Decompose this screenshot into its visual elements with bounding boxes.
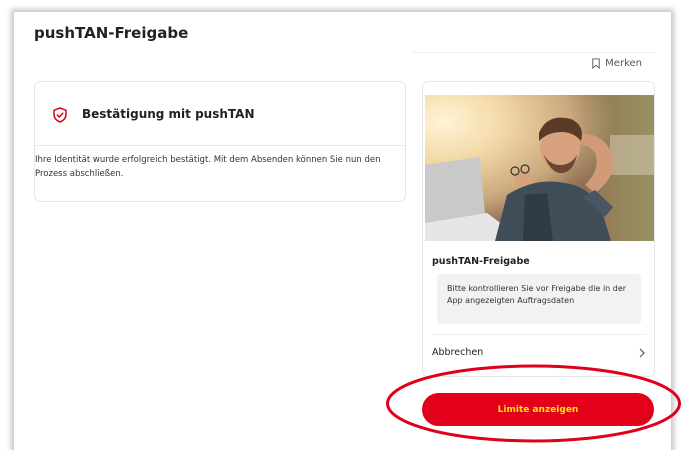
shield-check-icon [53,107,67,123]
chevron-right-icon [639,348,645,357]
confirmation-text: Ihre Identität wurde erfolgreich bestäti… [35,155,381,179]
confirmation-card-header: Bestätigung mit pushTAN [35,82,405,146]
bookmark-icon [592,58,600,69]
confirmation-title: Bestätigung mit pushTAN [82,107,255,121]
cancel-label: Abbrechen [432,347,484,358]
page-title: pushTAN-Freigabe [34,24,189,42]
photo-illustration [425,95,654,241]
pushtan-side-card: pushTAN-Freigabe Bitte kontrollieren Sie… [422,81,655,377]
side-card-title: pushTAN-Freigabe [432,256,530,267]
info-box: Bitte kontrollieren Sie vor Freigabe die… [437,274,641,324]
merken-button[interactable]: Merken [591,58,642,69]
merken-label: Merken [605,58,642,69]
cancel-button[interactable]: Abbrechen [432,334,646,370]
man-relaxing-at-desk-photo [425,95,654,241]
limit-anzeigen-button[interactable]: Limite anzeigen [422,393,654,426]
confirmation-card: Bestätigung mit pushTAN Ihre Identität w… [34,81,406,202]
divider [412,52,655,53]
